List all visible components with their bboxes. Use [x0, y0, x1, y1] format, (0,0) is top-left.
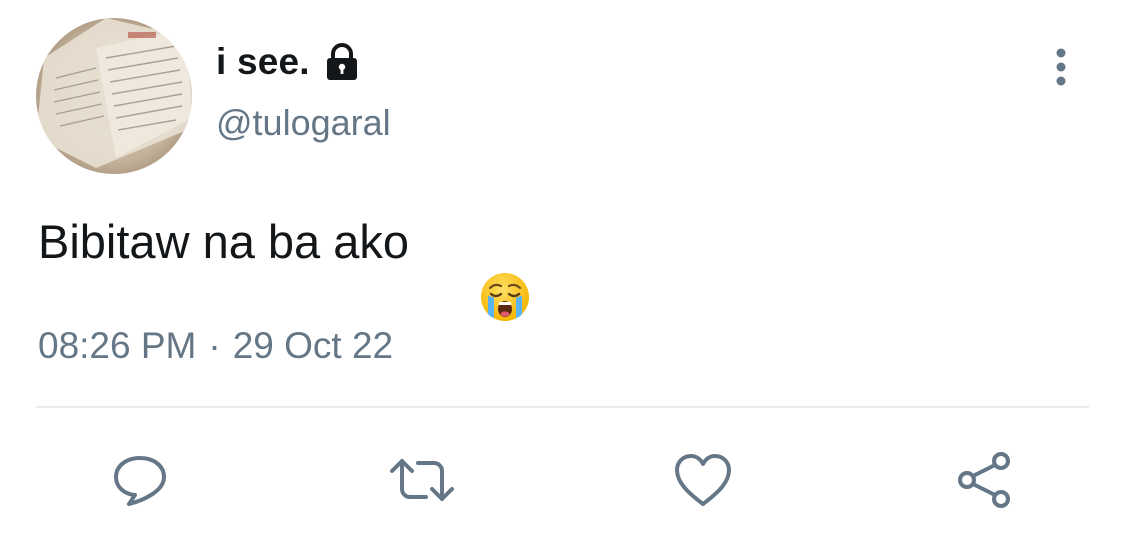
reply-icon: [114, 456, 166, 506]
notebook-photo-avatar-icon: [36, 18, 192, 174]
share-button[interactable]: [952, 448, 1016, 512]
more-options-icon[interactable]: [1046, 46, 1076, 88]
divider: [36, 406, 1089, 408]
name-row: i see.: [216, 38, 362, 86]
lock-icon: [322, 42, 362, 82]
tweet-text-content: Bibitaw na ba ako: [38, 215, 410, 268]
like-button[interactable]: [671, 448, 735, 512]
meta-separator: ·: [208, 325, 221, 366]
avatar[interactable]: [36, 18, 192, 174]
handle[interactable]: @tulogaral: [216, 102, 391, 144]
retweet-button[interactable]: [390, 448, 454, 512]
tweet-timestamp[interactable]: 08:26 PM · 29 Oct 22: [38, 325, 393, 367]
display-name[interactable]: i see.: [216, 41, 310, 83]
tweet-text: Bibitaw na ba ako: [38, 214, 530, 321]
heart-icon: [675, 454, 731, 506]
tweet-date: 29 Oct 22: [232, 325, 394, 366]
crying-face-emoji-icon: [427, 216, 530, 321]
reply-button[interactable]: [108, 448, 172, 512]
retweet-icon: [390, 459, 454, 501]
share-icon: [958, 452, 1010, 508]
action-bar: [0, 448, 1125, 512]
tweet-time: 08:26 PM: [38, 325, 197, 366]
